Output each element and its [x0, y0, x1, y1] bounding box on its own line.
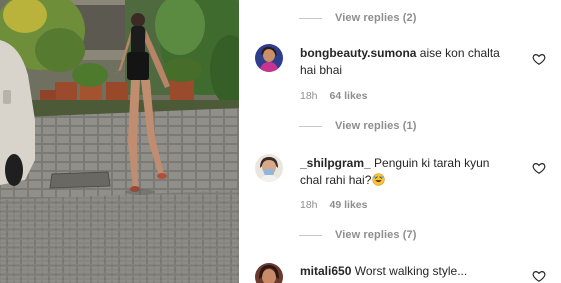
video-frame[interactable] [0, 0, 239, 283]
comment-timestamp[interactable]: 18h [300, 90, 318, 102]
avatar[interactable] [255, 154, 283, 182]
avatar-image [255, 154, 283, 182]
comment-text-block: mitali650 Worst walking style... [300, 263, 514, 280]
comment-likes[interactable]: 64 likes [330, 90, 368, 102]
view-replies-label: View replies (7) [335, 229, 417, 241]
avatar-image [255, 263, 283, 283]
view-replies-button[interactable]: View replies (7) [299, 227, 417, 243]
comment-timestamp[interactable]: 18h [300, 199, 318, 211]
comment-username[interactable]: mitali650 [300, 264, 351, 278]
comment-meta: 18h 64 likes [300, 90, 367, 102]
replies-divider-line [299, 17, 322, 19]
view-replies-button[interactable]: View replies (1) [299, 118, 417, 134]
comment-text: Worst walking style... [354, 264, 468, 278]
replies-divider-line [299, 125, 322, 127]
heart-outline-icon[interactable] [532, 161, 546, 175]
comment-likes[interactable]: 49 likes [330, 199, 368, 211]
view-replies-label: View replies (2) [335, 12, 417, 24]
comment-text-block: _shilpgram_ Penguin ki tarah kyun chal r… [300, 155, 514, 189]
avatar[interactable] [255, 263, 283, 283]
comment-text-block: bongbeauty.sumona aise kon chalta hai bh… [300, 45, 514, 79]
heart-outline-icon[interactable] [532, 269, 546, 283]
heart-outline-icon[interactable] [532, 52, 546, 66]
comments-panel[interactable]: View replies (2) bongbeauty.sumona aise … [239, 0, 561, 283]
rolling-on-floor-laughing-emoji [372, 173, 386, 186]
view-replies-button[interactable]: View replies (2) [299, 10, 417, 26]
avatar-image [255, 44, 283, 72]
view-replies-label: View replies (1) [335, 120, 417, 132]
comment-meta: 18h 49 likes [300, 199, 367, 211]
replies-divider-line [299, 234, 322, 236]
video-still-image [0, 0, 239, 283]
comment-username[interactable]: bongbeauty.sumona [300, 46, 416, 60]
comment-username[interactable]: _shilpgram_ [300, 156, 371, 170]
avatar[interactable] [255, 44, 283, 72]
